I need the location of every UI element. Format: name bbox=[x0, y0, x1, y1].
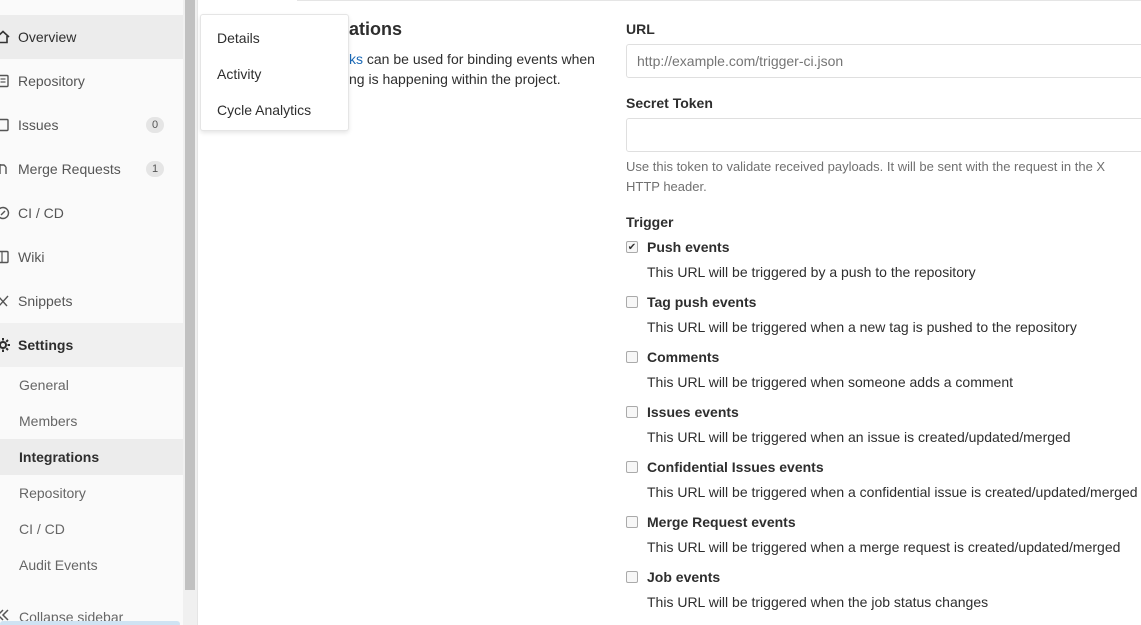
sidebar-scrollbar[interactable] bbox=[183, 0, 198, 625]
issues-events-help: This URL will be triggered when an issue… bbox=[647, 429, 1071, 445]
tag-push-events-checkbox[interactable] bbox=[626, 296, 638, 308]
scissors-icon bbox=[0, 292, 12, 310]
issues-icon bbox=[0, 116, 12, 134]
rocket-icon bbox=[0, 204, 12, 222]
settings-item-label: Repository bbox=[19, 485, 86, 501]
webhooks-link[interactable]: ks bbox=[349, 51, 363, 67]
sidebar-item-repository[interactable]: Repository bbox=[0, 59, 183, 103]
confidential-issues-events-label[interactable]: Confidential Issues events bbox=[647, 459, 824, 475]
sidebar-item-snippets[interactable]: Snippets bbox=[0, 279, 183, 323]
sidebar-item-settings[interactable]: Settings bbox=[0, 323, 183, 367]
settings-item-label: Members bbox=[19, 413, 78, 429]
settings-item-members[interactable]: Members bbox=[0, 403, 183, 439]
merge-request-events-help: This URL will be triggered when a merge … bbox=[647, 539, 1121, 555]
secret-token-label: Secret Token bbox=[626, 95, 713, 111]
settings-item-label: Audit Events bbox=[19, 557, 98, 573]
comments-label[interactable]: Comments bbox=[647, 349, 719, 365]
tag-push-events-help: This URL will be triggered when a new ta… bbox=[647, 319, 1077, 335]
confidential-issues-events-checkbox[interactable] bbox=[626, 461, 638, 473]
url-input[interactable] bbox=[626, 44, 1141, 78]
settings-item-label: Integrations bbox=[19, 449, 100, 465]
issues-count-badge: 0 bbox=[146, 117, 164, 133]
secret-token-help: Use this token to validate received payl… bbox=[626, 157, 1141, 197]
sidebar-scrollbar-thumb[interactable] bbox=[185, 0, 195, 590]
settings-item-integrations[interactable]: Integrations bbox=[0, 439, 183, 475]
job-events-label[interactable]: Job events bbox=[647, 569, 720, 585]
issues-events-label[interactable]: Issues events bbox=[647, 404, 739, 420]
sidebar-item-label: Wiki bbox=[18, 249, 45, 265]
merge-request-events-checkbox[interactable] bbox=[626, 516, 638, 528]
sidebar-item-ci-cd[interactable]: CI / CD bbox=[0, 191, 183, 235]
settings-item-label: General bbox=[19, 377, 69, 393]
collapse-highlight bbox=[0, 621, 180, 625]
settings-item-label: CI / CD bbox=[19, 521, 65, 537]
sidebar-item-overview[interactable]: Overview bbox=[0, 15, 183, 59]
push-events-help: This URL will be triggered by a push to … bbox=[647, 264, 976, 280]
section-description: ks can be used for binding events when n… bbox=[349, 49, 599, 89]
section-description-line2: ng is happening within the project. bbox=[349, 71, 561, 87]
sidebar-item-label: Issues bbox=[18, 117, 59, 133]
issues-events-checkbox[interactable] bbox=[626, 406, 638, 418]
sidebar-item-label: Merge Requests bbox=[18, 161, 121, 177]
checkmark-icon: ✔ bbox=[627, 241, 637, 253]
sidebar-item-merge-requests[interactable]: Merge Requests 1 bbox=[0, 147, 183, 191]
confidential-issues-events-help: This URL will be triggered when a confid… bbox=[647, 484, 1138, 500]
home-icon bbox=[0, 28, 12, 46]
comments-help: This URL will be triggered when someone … bbox=[647, 374, 1013, 390]
wiki-icon bbox=[0, 248, 12, 266]
overview-dropdown-menu: Details Activity Cycle Analytics bbox=[200, 14, 349, 131]
gear-icon bbox=[0, 336, 12, 354]
push-events-label[interactable]: Push events bbox=[647, 239, 729, 255]
job-events-help: This URL will be triggered when the job … bbox=[647, 594, 989, 610]
comments-checkbox[interactable] bbox=[626, 351, 638, 363]
dropdown-item-activity[interactable]: Activity bbox=[217, 66, 261, 82]
sidebar-item-wiki[interactable]: Wiki bbox=[0, 235, 183, 279]
job-events-checkbox[interactable] bbox=[626, 571, 638, 583]
merge-requests-count-badge: 1 bbox=[146, 161, 164, 177]
dropdown-item-cycle-analytics[interactable]: Cycle Analytics bbox=[217, 102, 311, 118]
book-icon bbox=[0, 72, 12, 90]
section-description-line1: can be used for binding events when bbox=[363, 51, 595, 67]
dropdown-item-details[interactable]: Details bbox=[217, 30, 260, 46]
secret-token-help-line2: HTTP header. bbox=[626, 179, 707, 194]
sidebar-item-label: Settings bbox=[18, 337, 74, 353]
section-title: ations bbox=[349, 19, 403, 39]
merge-request-icon bbox=[0, 160, 12, 178]
trigger-label: Trigger bbox=[626, 214, 674, 230]
sidebar-item-label: Repository bbox=[18, 73, 85, 89]
sidebar-item-label: CI / CD bbox=[18, 205, 64, 221]
sidebar-item-label: Snippets bbox=[18, 293, 73, 309]
url-label: URL bbox=[626, 21, 655, 37]
top-divider bbox=[297, 0, 1141, 4]
settings-item-general[interactable]: General bbox=[0, 367, 183, 403]
tag-push-events-label[interactable]: Tag push events bbox=[647, 294, 756, 310]
settings-item-ci-cd[interactable]: CI / CD bbox=[0, 511, 183, 547]
secret-token-help-line1: Use this token to validate received payl… bbox=[626, 159, 1106, 174]
merge-request-events-label[interactable]: Merge Request events bbox=[647, 514, 796, 530]
sidebar-item-issues[interactable]: Issues 0 bbox=[0, 103, 183, 147]
secret-token-input[interactable] bbox=[626, 118, 1141, 152]
push-events-checkbox[interactable]: ✔ bbox=[626, 241, 638, 253]
settings-item-repository[interactable]: Repository bbox=[0, 475, 183, 511]
sidebar-item-label: Overview bbox=[18, 29, 77, 45]
settings-item-audit-events[interactable]: Audit Events bbox=[0, 547, 183, 583]
sidebar: Overview Repository Issues 0 Merge Reque… bbox=[0, 0, 183, 625]
